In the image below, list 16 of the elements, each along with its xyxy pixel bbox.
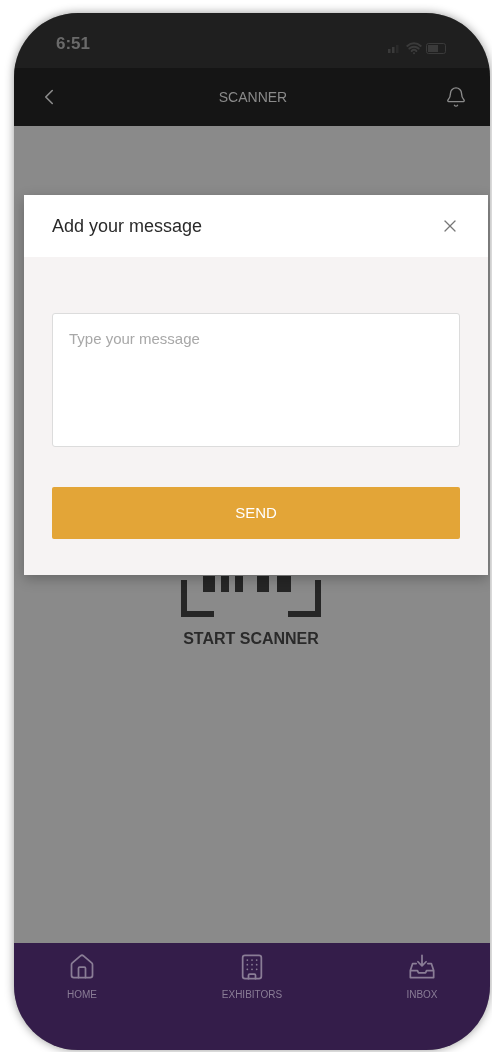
- dialog-title: Add your message: [52, 214, 203, 238]
- wifi-icon: [406, 40, 422, 56]
- barcode-scanner-icon: [181, 576, 321, 617]
- start-scanner-button[interactable]: START SCANNER: [183, 627, 319, 651]
- notifications-button[interactable]: [444, 85, 468, 109]
- header-title: SCANNER: [218, 87, 288, 107]
- bell-icon: [445, 86, 467, 108]
- home-icon: [68, 953, 96, 981]
- inbox-download-icon: [408, 953, 436, 981]
- tab-bar-item[interactable]: EXHIBITORS: [221, 953, 283, 1050]
- battery-icon: [426, 42, 448, 54]
- send-button[interactable]: SEND: [52, 487, 460, 539]
- status-time: 6:51: [56, 32, 91, 55]
- tab-bar-item[interactable]: INBOX: [402, 953, 442, 1050]
- tab-bar-item[interactable]: HOME: [62, 953, 102, 1050]
- message-field[interactable]: Type your message: [52, 313, 460, 447]
